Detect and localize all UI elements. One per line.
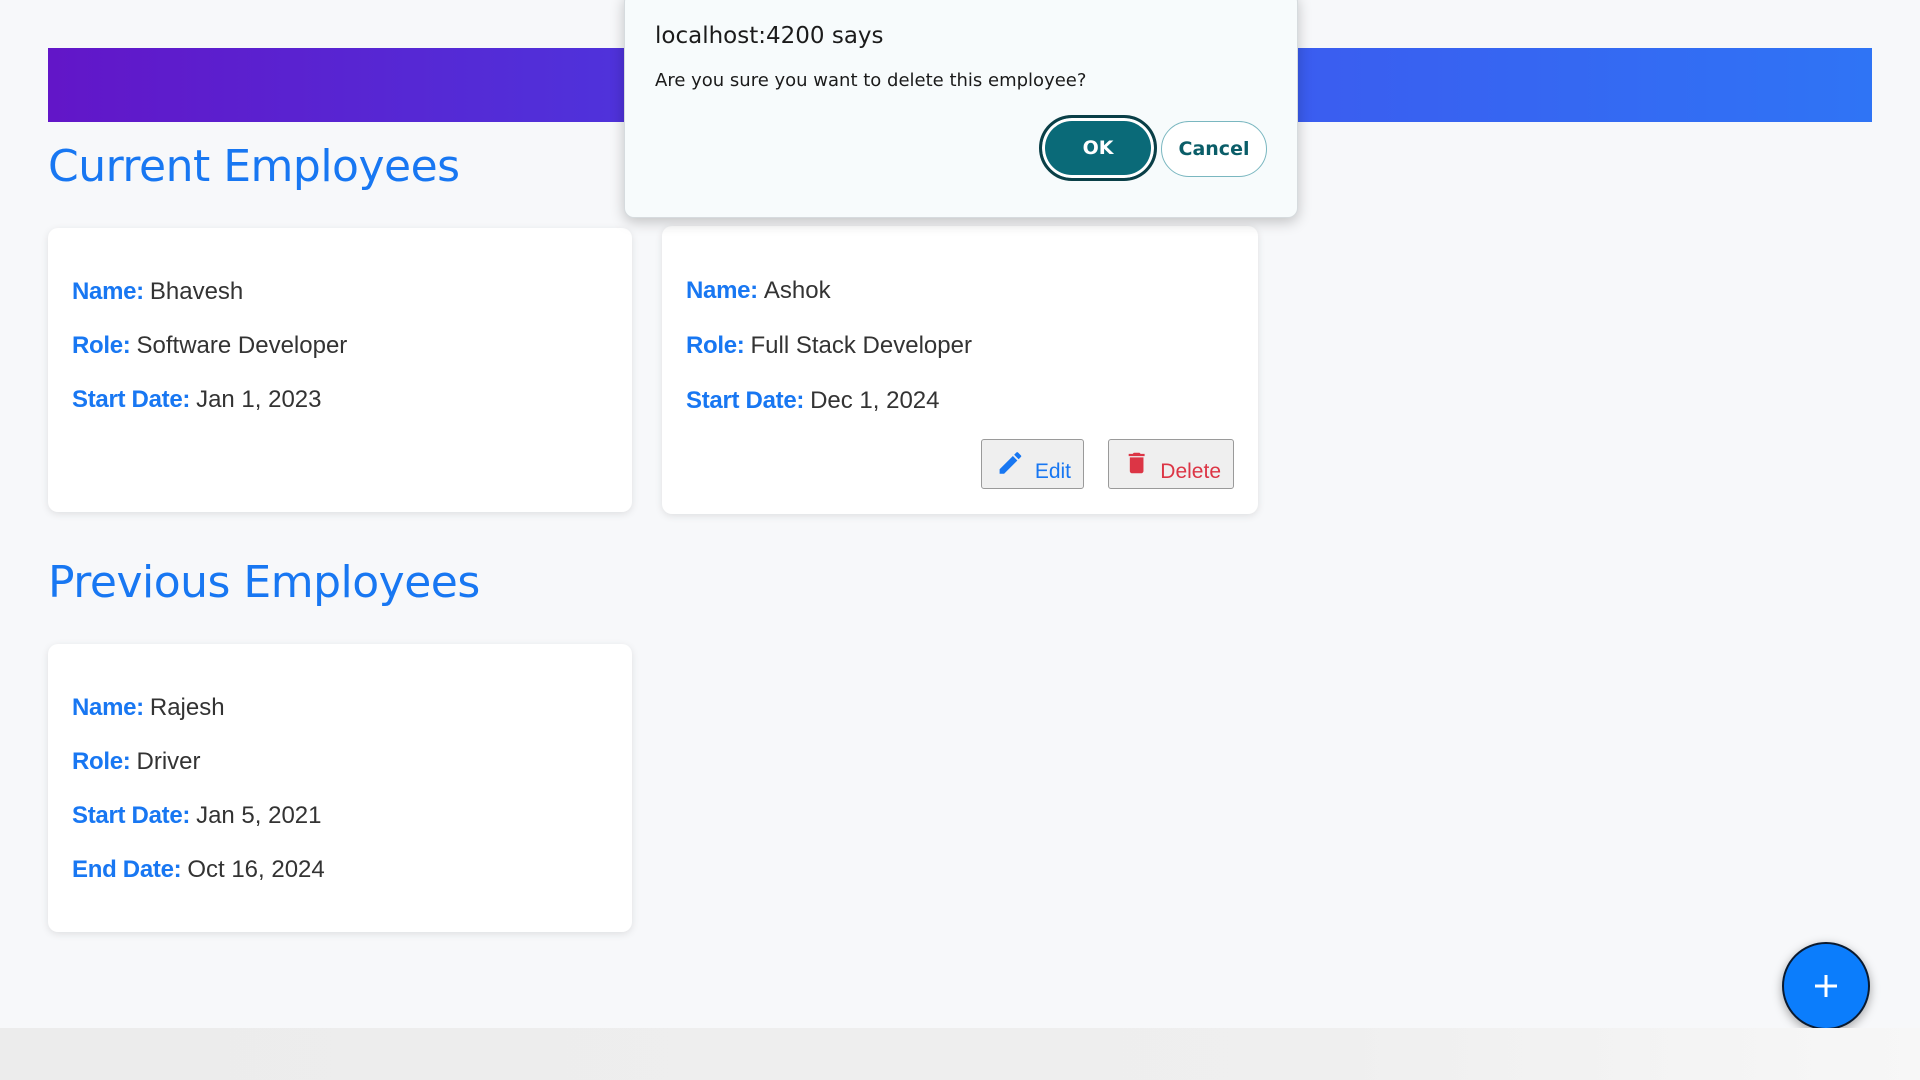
- end-date-field: End Date: Oct 16, 2024: [72, 856, 325, 884]
- role-label: Role:: [72, 748, 131, 775]
- start-date-value: Jan 5, 2021: [196, 802, 322, 829]
- role-label: Role:: [686, 332, 745, 359]
- start-date-label: Start Date:: [72, 802, 191, 829]
- trash-icon: [1128, 452, 1145, 474]
- footer-strip: [0, 1028, 1920, 1080]
- dialog-message: Are you sure you want to delete this emp…: [655, 70, 1087, 91]
- name-value: Ashok: [763, 277, 831, 304]
- start-date-field: Start Date: Jan 5, 2021: [72, 802, 322, 830]
- name-field: Name: Ashok: [686, 277, 831, 305]
- start-date-value: Dec 1, 2024: [810, 387, 940, 414]
- role-value: Driver: [136, 748, 201, 775]
- employee-card: Name: Ashok Role: Full Stack Developer Sta…: [662, 226, 1258, 514]
- start-date-label: Start Date:: [686, 387, 805, 414]
- current-employees-title: Current Employees: [48, 141, 460, 192]
- end-date-value: Oct 16, 2024: [187, 856, 325, 883]
- confirm-dialog: localhost:4200 says Are you sure you wan…: [624, 0, 1298, 218]
- employee-card: Name: Bhavesh Role: Software Developer Sta…: [48, 228, 632, 512]
- name-label: Name:: [686, 277, 758, 304]
- name-label: Name:: [72, 278, 144, 305]
- name-field: Name: Bhavesh: [72, 278, 243, 306]
- add-employee-button[interactable]: [1782, 942, 1870, 1030]
- previous-employees-title: Previous Employees: [48, 557, 480, 608]
- plus-icon: [1815, 975, 1837, 997]
- start-date-field: Start Date: Dec 1, 2024: [686, 387, 939, 415]
- role-value: Software Developer: [136, 332, 348, 359]
- edit-label: Edit: [1034, 460, 1071, 483]
- dialog-title: localhost:4200 says: [655, 23, 884, 49]
- name-label: Name:: [72, 694, 144, 721]
- edit-button[interactable]: Edit: [981, 439, 1084, 489]
- start-date-value: Jan 1, 2023: [196, 386, 322, 413]
- delete-label: Delete: [1160, 460, 1221, 483]
- pencil-icon: [999, 452, 1022, 474]
- role-value: Full Stack Developer: [750, 332, 972, 359]
- employee-card: Name: Rajesh Role: Driver Start Date: Jan 5…: [48, 644, 632, 932]
- role-field: Role: Full Stack Developer: [686, 332, 972, 360]
- end-date-label: End Date:: [72, 856, 182, 883]
- name-field: Name: Rajesh: [72, 694, 225, 722]
- ok-button[interactable]: OK: [1039, 115, 1157, 181]
- role-field: Role: Software Developer: [72, 332, 347, 360]
- name-value: Rajesh: [149, 694, 225, 721]
- name-value: Bhavesh: [149, 278, 244, 305]
- role-field: Role: Driver: [72, 748, 201, 776]
- start-date-label: Start Date:: [72, 386, 191, 413]
- start-date-field: Start Date: Jan 1, 2023: [72, 386, 322, 414]
- role-label: Role:: [72, 332, 131, 359]
- delete-button[interactable]: Delete: [1108, 439, 1234, 489]
- cancel-button[interactable]: Cancel: [1161, 121, 1267, 177]
